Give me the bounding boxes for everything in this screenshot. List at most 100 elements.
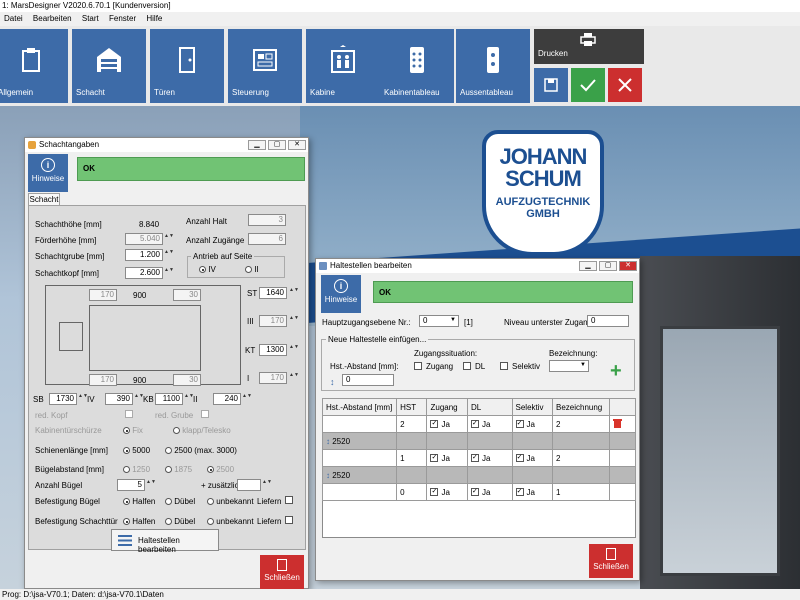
red-grube-checkbox[interactable] [201, 410, 209, 418]
zugang-checkbox[interactable] [414, 362, 422, 370]
table-row[interactable]: 2 ✓ Ja ✓ Ja ✓ Ja 2 [321, 415, 637, 433]
menu-bearbeiten[interactable]: Bearbeiten [29, 14, 76, 23]
plan-bot-right[interactable]: 30 [173, 374, 201, 386]
spinner-icon[interactable]: ▲▼ [146, 479, 156, 491]
menu-fenster[interactable]: Fenster [105, 14, 140, 23]
selektiv-checkbox[interactable] [500, 362, 508, 370]
trash-icon[interactable] [612, 418, 622, 428]
hinweise-button[interactable]: i Hinweise [28, 154, 68, 192]
maximize-button[interactable]: ▢ [599, 261, 617, 271]
selektiv-cell-checkbox[interactable]: ✓ [515, 454, 524, 463]
ribbon-label: Türen [154, 88, 175, 97]
i-field[interactable]: 170 [259, 372, 287, 384]
garage-icon [97, 48, 121, 72]
anzahl-buegel-field[interactable]: 5 [117, 479, 145, 491]
st-field[interactable]: 1640 [259, 287, 287, 299]
add-plus-icon[interactable]: + [610, 361, 622, 381]
haltestellen-bearbeiten-button[interactable]: Haltestellen bearbeiten [111, 529, 219, 554]
close-window-button[interactable]: ✕ [619, 261, 637, 271]
ribbon-steuerung-button[interactable]: Steuerung [228, 29, 302, 103]
tuer-liefern-checkbox[interactable] [285, 516, 293, 524]
kt-field[interactable]: 1300 [259, 344, 287, 356]
zusaetzlich-field[interactable] [237, 479, 261, 491]
schacht-schliessen-button[interactable]: Schließen [260, 555, 304, 589]
menu-start[interactable]: Start [78, 14, 103, 23]
selektiv-cell-checkbox[interactable]: ✓ [515, 420, 524, 429]
minimize-button[interactable]: ▁ [248, 140, 266, 150]
schienen-5000-radio[interactable] [123, 447, 130, 455]
ribbon-aussentableau-button[interactable]: Aussentableau [456, 29, 530, 103]
antrieb-iv-radio[interactable] [199, 266, 206, 274]
dl-cell-checkbox[interactable]: ✓ [470, 420, 479, 429]
antrieb-ii-radio[interactable] [245, 266, 252, 274]
plan-top-left[interactable]: 170 [89, 289, 117, 301]
tuer-halfen-radio[interactable] [123, 518, 130, 526]
niveau-field[interactable]: 0 [587, 315, 629, 327]
spinner-icon[interactable]: ▲▼ [262, 479, 272, 491]
spinner-icon[interactable]: ▲▼ [289, 372, 299, 384]
sb-field[interactable]: 1730 [49, 393, 77, 405]
accept-button[interactable] [571, 68, 605, 102]
plan-bot-left[interactable]: 170 [89, 374, 117, 386]
schachtkopf-field[interactable]: 2.600 [125, 267, 163, 279]
save-button[interactable] [534, 68, 568, 102]
schienen-2500-radio[interactable] [165, 447, 172, 455]
haltestellen-schliessen-button[interactable]: Schließen [589, 544, 633, 578]
spinner-icon[interactable]: ▲▼ [289, 287, 299, 299]
spinner-icon[interactable]: ▲▼ [289, 344, 299, 356]
buegel-2500-radio[interactable] [207, 466, 214, 474]
spinner-icon[interactable]: ▲▼ [134, 393, 144, 405]
dl-checkbox[interactable] [463, 362, 471, 370]
ribbon-kabinentableau-button[interactable]: Kabinentableau [380, 29, 454, 103]
hst-abstand-field[interactable]: 0 [342, 374, 394, 386]
selektiv-cell-checkbox[interactable]: ✓ [515, 488, 524, 497]
print-label: Drucken [538, 49, 568, 58]
hinweise-button[interactable]: i Hinweise [321, 275, 361, 313]
table-row[interactable]: ↕ 2520 [321, 432, 637, 450]
spinner-icon[interactable]: ▲▼ [164, 233, 174, 245]
ii-field[interactable]: 240 [213, 393, 241, 405]
zugang-cell-checkbox[interactable]: ✓ [430, 454, 439, 463]
print-button[interactable]: Drucken [534, 29, 644, 64]
dl-cell-checkbox[interactable]: ✓ [470, 454, 479, 463]
foerderhoehe-field[interactable]: 5.040 [125, 233, 163, 245]
spinner-icon[interactable]: ▲▼ [164, 267, 174, 279]
ribbon-allgemein-button[interactable]: Allgemein [0, 29, 68, 103]
close-window-button[interactable]: ✕ [288, 140, 306, 150]
buegel-halfen-radio[interactable] [123, 498, 130, 506]
cancel-button[interactable] [608, 68, 642, 102]
zugang-cell-checkbox[interactable]: ✓ [430, 488, 439, 497]
spinner-icon[interactable]: ▲▼ [242, 393, 252, 405]
table-row[interactable]: 1 ✓ Ja ✓ Ja ✓ Ja 2 [321, 449, 637, 467]
tuer-duebel-radio[interactable] [165, 518, 172, 526]
red-kopf-checkbox[interactable] [125, 410, 133, 418]
buegel-liefern-checkbox[interactable] [285, 496, 293, 504]
buegel-unbekannt-radio[interactable] [207, 498, 214, 506]
iii-field[interactable]: 170 [259, 315, 287, 327]
buegel-duebel-radio[interactable] [165, 498, 172, 506]
ribbon-schacht-button[interactable]: Schacht [72, 29, 146, 103]
iv-field[interactable]: 390 [105, 393, 133, 405]
minimize-button[interactable]: ▁ [579, 261, 597, 271]
buegel-1875-radio[interactable] [165, 466, 172, 474]
spinner-icon[interactable]: ▲▼ [164, 249, 174, 261]
kb-field[interactable]: 1100 [155, 393, 183, 405]
menu-datei[interactable]: Datei [0, 14, 27, 23]
ribbon-kabine-button[interactable]: Kabine [306, 29, 380, 103]
spinner-icon[interactable]: ▲▼ [184, 393, 194, 405]
ribbon-tueren-button[interactable]: Türen [150, 29, 224, 103]
zugang-cell-checkbox[interactable]: ✓ [430, 420, 439, 429]
fix-radio[interactable] [123, 427, 130, 435]
klapp-radio[interactable] [173, 427, 180, 435]
spinner-icon[interactable]: ▲▼ [78, 393, 88, 405]
tuer-unbekannt-radio[interactable] [207, 518, 214, 526]
menu-hilfe[interactable]: Hilfe [142, 14, 166, 23]
buegel-1250-radio[interactable] [123, 466, 130, 474]
schachtgrube-field[interactable]: 1.200 [125, 249, 163, 261]
dl-cell-checkbox[interactable]: ✓ [470, 488, 479, 497]
table-row[interactable]: ↕ 2520 [321, 466, 637, 484]
maximize-button[interactable]: ▢ [268, 140, 286, 150]
spinner-icon[interactable]: ▲▼ [289, 315, 299, 327]
table-row[interactable]: 0 ✓ Ja ✓ Ja ✓ Ja 1 [321, 483, 637, 501]
plan-top-right[interactable]: 30 [173, 289, 201, 301]
